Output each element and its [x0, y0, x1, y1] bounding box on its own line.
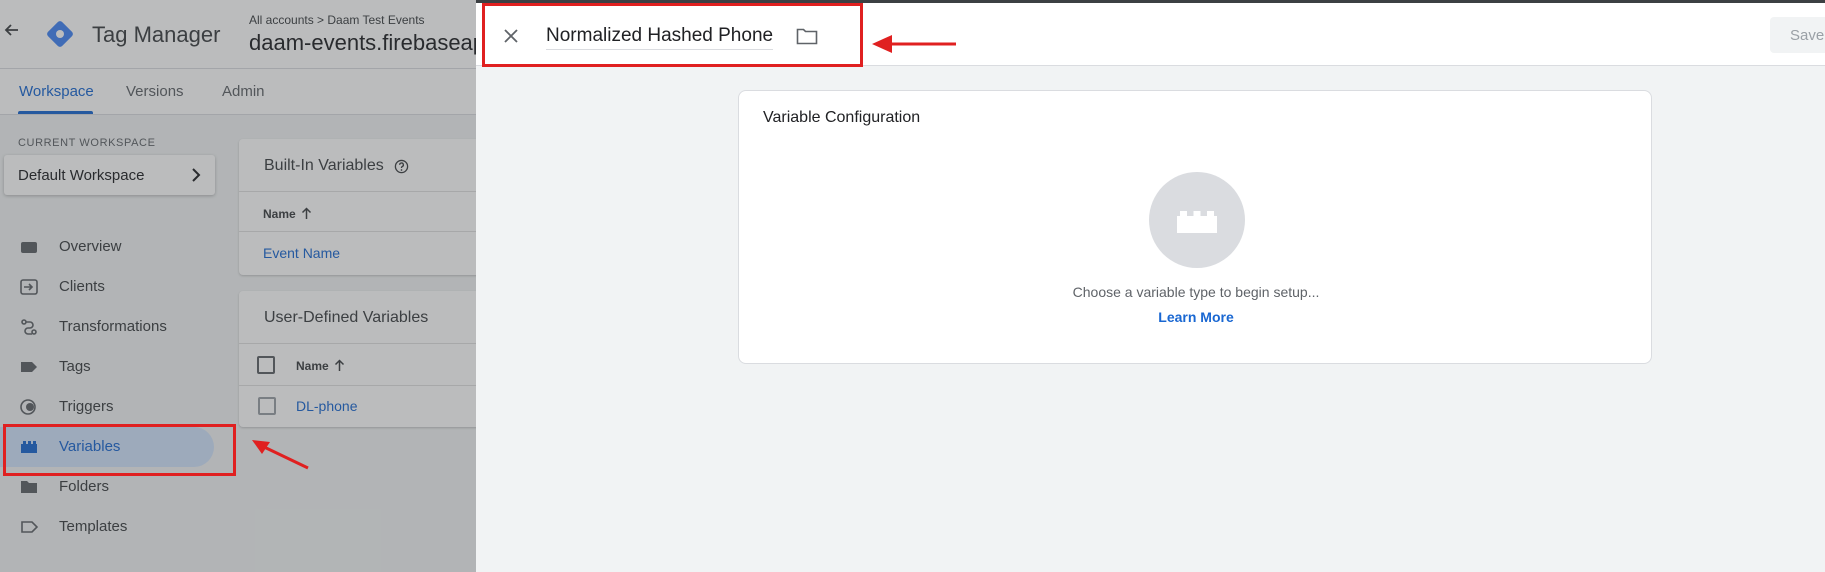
- save-button-label: Save: [1790, 27, 1825, 44]
- learn-more-link[interactable]: Learn More: [739, 309, 1653, 325]
- annotation-box-variables: [3, 424, 236, 476]
- save-button[interactable]: Save: [1770, 17, 1825, 53]
- annotation-arrow-variables: [252, 440, 309, 470]
- annotation-arrow-variable-name: [872, 35, 956, 53]
- variable-configuration-title: Variable Configuration: [763, 109, 921, 126]
- lego-brick-icon: [1177, 211, 1217, 233]
- variable-configuration-card[interactable]: Variable Configuration Choose a variable…: [738, 90, 1652, 364]
- variable-type-placeholder[interactable]: [1149, 172, 1245, 268]
- variable-editor-panel: Normalized Hashed Phone Save Variable Co…: [476, 0, 1825, 572]
- variable-type-hint: Choose a variable type to begin setup...: [1072, 284, 1320, 300]
- modal-scrim[interactable]: [0, 0, 476, 572]
- annotation-box-variable-name: [482, 3, 863, 67]
